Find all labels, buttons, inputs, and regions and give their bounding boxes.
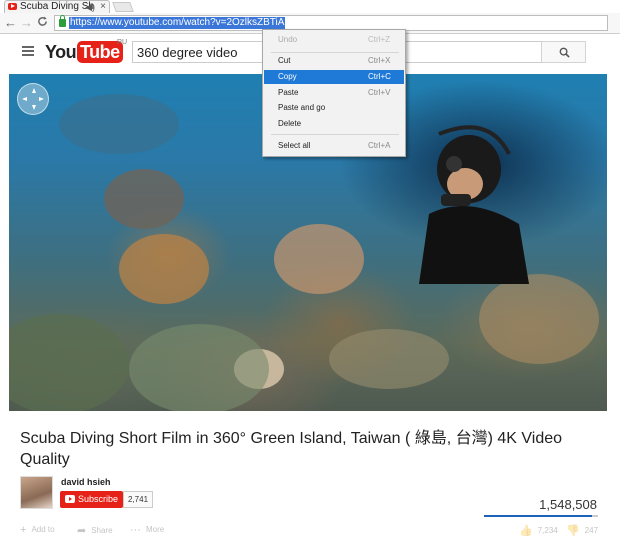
search-query: 360 degree video <box>137 45 238 60</box>
browser-window: Scuba Diving Shor ◀) × ← → https://www.y… <box>0 0 620 554</box>
menu-separator <box>271 134 399 135</box>
action-row: + Add to ➦ Share ··· More 👍 7,234 👎 247 <box>0 520 620 540</box>
search-button[interactable] <box>541 41 586 63</box>
browser-tab[interactable]: Scuba Diving Shor ◀) × <box>4 0 110 13</box>
like-ratio-fill <box>484 515 593 517</box>
menu-item-copy[interactable]: Copy Ctrl+C <box>264 70 404 84</box>
share-icon: ➦ <box>77 525 87 537</box>
menu-item-delete[interactable]: Delete <box>264 117 404 131</box>
thumbs-down-icon: 👎 <box>566 525 580 537</box>
thumbs-up-icon: 👍 <box>519 525 533 537</box>
view-count: 1,548,508 <box>539 497 597 512</box>
youtube-favicon-icon <box>8 3 17 10</box>
menu-separator <box>271 52 399 53</box>
back-arrow-icon[interactable]: ← <box>4 15 17 31</box>
dislike-button[interactable]: 👎 247 <box>566 524 598 537</box>
channel-name[interactable]: david hsieh <box>61 477 111 487</box>
more-button[interactable]: ··· More <box>130 524 164 536</box>
menu-item-paste[interactable]: Paste Ctrl+V <box>264 86 404 100</box>
menu-item-paste-and-go[interactable]: Paste and go <box>264 101 404 115</box>
lock-icon <box>59 15 66 27</box>
menu-item-undo: Undo Ctrl+Z <box>278 35 390 44</box>
like-button[interactable]: 👍 7,234 <box>519 524 558 537</box>
tab-close-icon[interactable]: × <box>100 1 106 13</box>
like-dislike-bar <box>484 515 598 517</box>
speaker-icon[interactable]: ◀) <box>85 1 95 13</box>
new-tab-button[interactable] <box>112 2 134 12</box>
menu-item-select-all[interactable]: Select all Ctrl+A <box>264 139 404 153</box>
context-menu: Undo Ctrl+Z Cut Ctrl+X Copy Ctrl+C Paste… <box>262 29 406 157</box>
menu-item-cut[interactable]: Cut Ctrl+X <box>264 54 404 68</box>
url-text[interactable]: https://www.youtube.com/watch?v=2OzlksZB… <box>69 17 286 29</box>
add-to-button[interactable]: + Add to <box>20 524 55 536</box>
hamburger-menu-icon[interactable] <box>22 46 34 56</box>
more-icon: ··· <box>130 524 141 536</box>
plus-icon: + <box>20 524 27 536</box>
region-label: RU <box>117 39 128 46</box>
share-button[interactable]: ➦ Share <box>77 524 113 537</box>
channel-avatar[interactable] <box>20 476 53 509</box>
tab-title: Scuba Diving Shor <box>20 1 94 12</box>
subscriber-count: 2,741 <box>123 491 154 508</box>
tab-strip: Scuba Diving Shor ◀) × <box>0 0 620 13</box>
video-title: Scuba Diving Short Film in 360° Green Is… <box>20 430 563 468</box>
youtube-play-icon <box>65 495 75 503</box>
diver-figure <box>419 125 529 284</box>
subscribe-button[interactable]: Subscribe <box>60 491 124 508</box>
forward-arrow-icon[interactable]: → <box>20 15 33 31</box>
360-pan-control-icon[interactable] <box>17 83 49 115</box>
search-icon <box>559 47 570 58</box>
reload-icon[interactable] <box>37 15 48 31</box>
